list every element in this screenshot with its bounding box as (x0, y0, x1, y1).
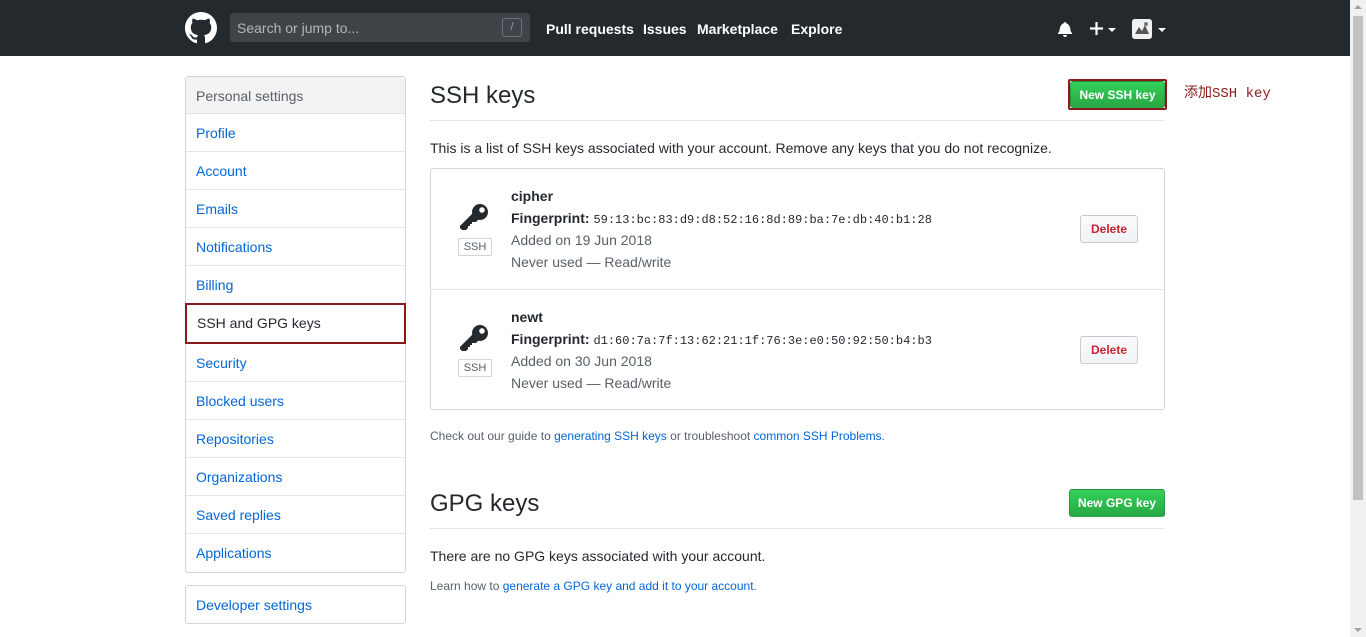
gpg-learn-note: Learn how to generate a GPG key and add … (430, 579, 757, 594)
top-header: / Pull requests Issues Marketplace Explo… (0, 0, 1350, 56)
learn-suffix: . (753, 579, 757, 593)
ssh-title-divider (430, 120, 1165, 121)
sidebar-item-applications[interactable]: Applications (186, 534, 405, 572)
sidebar-item-saved-replies[interactable]: Saved replies (186, 496, 405, 534)
guide-prefix: Check out our guide to (430, 429, 555, 443)
page-scrollbar[interactable] (1350, 0, 1366, 637)
delete-key-button[interactable]: Delete (1080, 215, 1138, 243)
sidebar-item-repositories[interactable]: Repositories (186, 420, 405, 458)
gpg-empty-message: There are no GPG keys associated with yo… (430, 548, 766, 564)
nav-explore[interactable]: Explore (791, 20, 842, 38)
annotation-label: 添加SSH key (1184, 86, 1271, 102)
sidebar-item-emails[interactable]: Emails (186, 190, 405, 228)
sidebar-item-blocked-users[interactable]: Blocked users (186, 382, 405, 420)
github-logo-icon[interactable] (185, 12, 217, 44)
sidebar-item-billing[interactable]: Billing (186, 266, 405, 304)
scroll-down-arrow-icon[interactable] (1354, 628, 1362, 632)
create-new-dropdown[interactable] (1090, 20, 1120, 38)
key-name: cipher (511, 188, 554, 204)
key-added-date: Added on 30 Jun 2018 (511, 353, 652, 369)
key-name: newt (511, 309, 543, 325)
gpg-title-divider (430, 528, 1165, 529)
settings-sidebar: Personal settings Profile Account Emails… (185, 76, 406, 573)
avatar-image-icon (1132, 19, 1152, 39)
chevron-down-icon (1108, 28, 1116, 32)
ssh-description: This is a list of SSH keys associated wi… (430, 140, 1052, 156)
gpg-keys-title: GPG keys (430, 490, 540, 517)
annotation-highlight-box (1068, 79, 1167, 110)
developer-settings-box: Developer settings (185, 585, 406, 624)
ssh-type-label: SSH (458, 238, 492, 256)
key-usage: Never used — Read/write (511, 254, 672, 270)
fingerprint-label: Fingerprint: (511, 210, 590, 226)
ssh-key-list: SSH cipher Fingerprint: 59:13:bc:83:d9:d… (430, 168, 1165, 410)
generate-gpg-key-link[interactable]: generate a GPG key and add it to your ac… (503, 579, 754, 593)
new-gpg-key-button[interactable]: New GPG key (1069, 489, 1165, 517)
sidebar-item-account[interactable]: Account (186, 152, 405, 190)
sidebar-item-notifications[interactable]: Notifications (186, 228, 405, 266)
search-input[interactable] (230, 13, 500, 42)
sidebar-item-ssh-gpg-keys[interactable]: SSH and GPG keys (185, 303, 406, 344)
nav-pull-requests[interactable]: Pull requests (546, 20, 634, 38)
key-fingerprint: Fingerprint: d1:60:7a:7f:13:62:21:1f:76:… (511, 331, 932, 350)
guide-middle: or troubleshoot (666, 429, 754, 443)
key-fingerprint: Fingerprint: 59:13:bc:83:d9:d8:52:16:8d:… (511, 210, 932, 229)
sidebar-item-developer-settings[interactable]: Developer settings (186, 586, 405, 624)
ssh-guide-note: Check out our guide to generating SSH ke… (430, 429, 885, 444)
nav-marketplace[interactable]: Marketplace (697, 20, 778, 38)
ssh-type-label: SSH (458, 359, 492, 377)
sidebar-heading: Personal settings (186, 77, 405, 114)
sidebar-item-security[interactable]: Security (186, 344, 405, 382)
sidebar-item-organizations[interactable]: Organizations (186, 458, 405, 496)
generating-ssh-keys-link[interactable]: generating SSH keys (554, 429, 667, 443)
avatar (1132, 19, 1152, 39)
sidebar-item-profile[interactable]: Profile (186, 114, 405, 152)
ssh-key-row: SSH newt Fingerprint: d1:60:7a:7f:13:62:… (431, 289, 1164, 409)
scrollbar-thumb[interactable] (1353, 16, 1363, 500)
ssh-key-row: SSH cipher Fingerprint: 59:13:bc:83:d9:d… (431, 169, 1164, 289)
user-menu[interactable] (1132, 19, 1168, 41)
plus-icon (1090, 22, 1103, 35)
search-shortcut-key: / (502, 18, 522, 37)
key-added-date: Added on 19 Jun 2018 (511, 232, 652, 248)
fingerprint-value: 59:13:bc:83:d9:d8:52:16:8d:89:ba:7e:db:4… (593, 213, 932, 227)
search-box (230, 13, 530, 42)
ssh-keys-title: SSH keys (430, 82, 536, 109)
guide-suffix: . (881, 429, 885, 443)
fingerprint-value: d1:60:7a:7f:13:62:21:1f:76:3e:e0:50:92:5… (593, 334, 932, 348)
chevron-down-icon (1158, 28, 1166, 32)
scroll-up-arrow-icon[interactable] (1354, 5, 1362, 9)
nav-issues[interactable]: Issues (643, 20, 687, 38)
key-usage: Never used — Read/write (511, 375, 672, 391)
key-icon (460, 325, 488, 351)
key-icon (460, 204, 488, 230)
bell-icon[interactable] (1057, 21, 1073, 37)
common-ssh-problems-link[interactable]: common SSH Problems (754, 429, 882, 443)
fingerprint-label: Fingerprint: (511, 331, 590, 347)
learn-prefix: Learn how to (430, 579, 503, 593)
delete-key-button[interactable]: Delete (1080, 336, 1138, 364)
